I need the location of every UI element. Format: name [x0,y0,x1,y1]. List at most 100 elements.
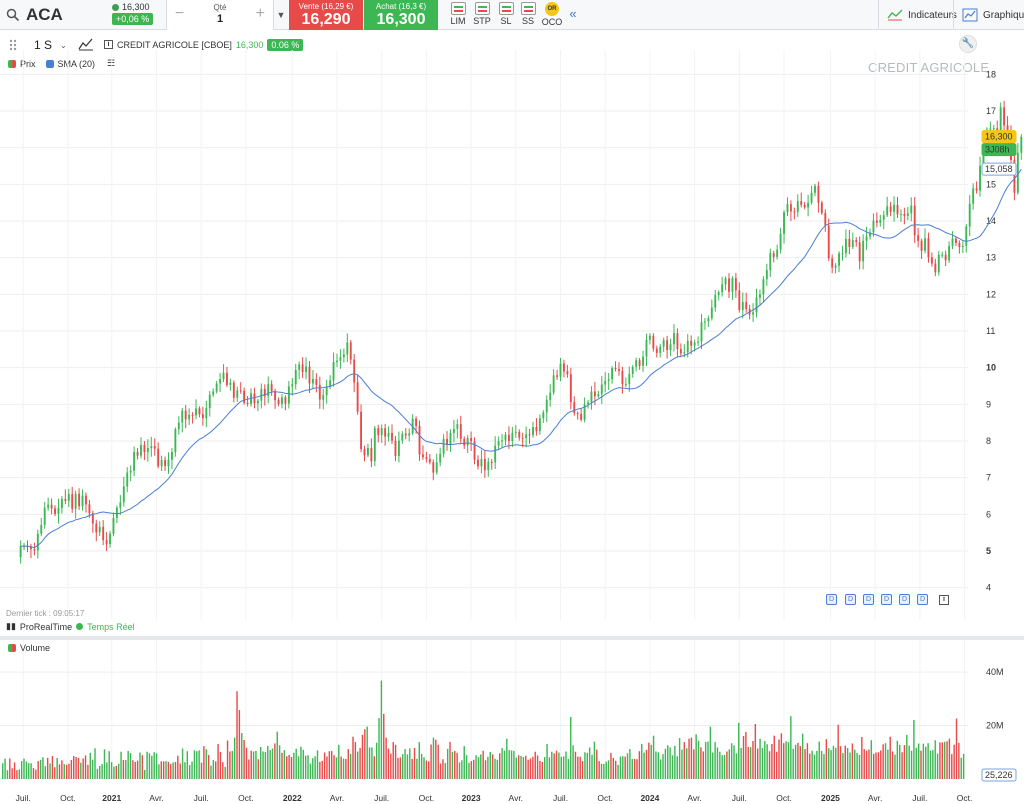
candle-body [604,380,607,385]
candle-body [153,446,156,449]
candle-body [60,498,63,509]
volume-bar [144,769,146,779]
candle-body [270,384,273,392]
sma-value-badge-text: 15,058 [985,164,1013,174]
volume-bar [304,755,307,779]
candle-body [886,206,889,216]
volume-bar [494,758,496,779]
candle-body [607,379,610,381]
volume-bar [46,757,49,779]
dividend-event-icon[interactable]: D [881,594,892,605]
candle-body [442,438,445,454]
date-tick-label: Oct. [60,793,76,803]
volume-bar [127,750,129,779]
volume-bar [172,762,174,779]
candle-body [391,432,393,441]
volume-bar [842,753,844,779]
candle-body [188,414,191,420]
volume-bar [480,754,482,779]
candle-body [741,302,744,311]
candle-body [882,215,885,220]
date-tick-label: 2021 [102,793,121,803]
dividend-event-icon[interactable]: D [899,594,910,605]
candle-body [215,383,218,392]
volume-bar [188,765,191,779]
volume-bar [11,768,13,779]
volume-bar [9,758,11,779]
volume-bar [475,755,477,779]
candle-body [239,390,242,392]
candle-body [559,363,562,377]
candle-body [115,507,118,518]
candle-body [373,428,376,462]
volume-bar [371,747,373,779]
candle-body [858,242,861,262]
volume-bar [257,759,260,779]
candle-body [95,523,98,533]
volume-bar [825,739,828,779]
candle-body [332,362,335,381]
volume-bar [252,751,255,779]
last-tick-time: Dernier tick : 09:05:17 [6,609,85,618]
candle-body [195,408,197,416]
dividend-event-icon[interactable]: D [845,594,856,605]
candle-body [88,504,91,514]
pane-separator[interactable] [0,636,1024,640]
volume-bar [600,763,603,779]
volume-bar [657,752,660,779]
volume-bar [238,710,241,779]
volume-bar [51,756,54,779]
candle-body [831,258,834,268]
info-icon[interactable]: i [939,595,949,605]
date-tick-label: 2022 [283,793,302,803]
volume-bar [428,761,430,779]
candle-body [590,391,593,403]
candle-body [477,459,479,467]
candle-body [514,431,517,433]
volume-bar [454,750,456,779]
volume-bar [32,768,35,779]
candle-body [315,379,318,385]
volume-bar [652,735,655,779]
dividend-event-icon[interactable]: D [917,594,928,605]
realtime-label: Temps Réel [87,621,135,632]
candle-body [439,453,442,463]
volume-bar [75,757,77,779]
volume-bar [283,750,286,779]
dividend-event-icon[interactable]: D [863,594,874,605]
volume-bar [406,754,409,779]
volume-bar [910,750,913,779]
volume-bar [723,754,726,779]
volume-bar [134,761,136,779]
dividend-event-icon[interactable]: D [826,594,837,605]
candle-body [989,128,992,130]
volume-bar [91,759,94,779]
volume-bar [198,750,200,779]
candle-body [380,428,383,436]
volume-legend-swatch [8,644,16,652]
candle-body [174,429,177,452]
volume-bar [94,748,96,779]
candle-body [408,433,411,436]
volume-bar [312,758,314,779]
volume-bar [863,749,865,779]
candle-body [587,402,589,405]
price-tick-label: 9 [986,399,991,409]
volume-bar [255,750,257,779]
volume-bar [513,750,515,779]
candle-body [542,412,545,419]
candle-body [480,458,483,467]
volume-bar [610,752,612,779]
chart-canvas[interactable]: 45678910111213141516171820M40MJuil.Oct.2… [0,0,1024,804]
candle-body [693,342,696,346]
volume-label[interactable]: Volume [20,643,50,653]
candle-body [256,400,259,404]
price-tick-label: 12 [986,289,996,299]
candle-body [494,445,497,463]
volume-bar [364,729,366,779]
volume-bar [290,757,293,779]
volume-bar [359,747,361,779]
volume-bar [816,750,818,779]
candle-body [999,107,1002,132]
candle-body [838,253,840,266]
